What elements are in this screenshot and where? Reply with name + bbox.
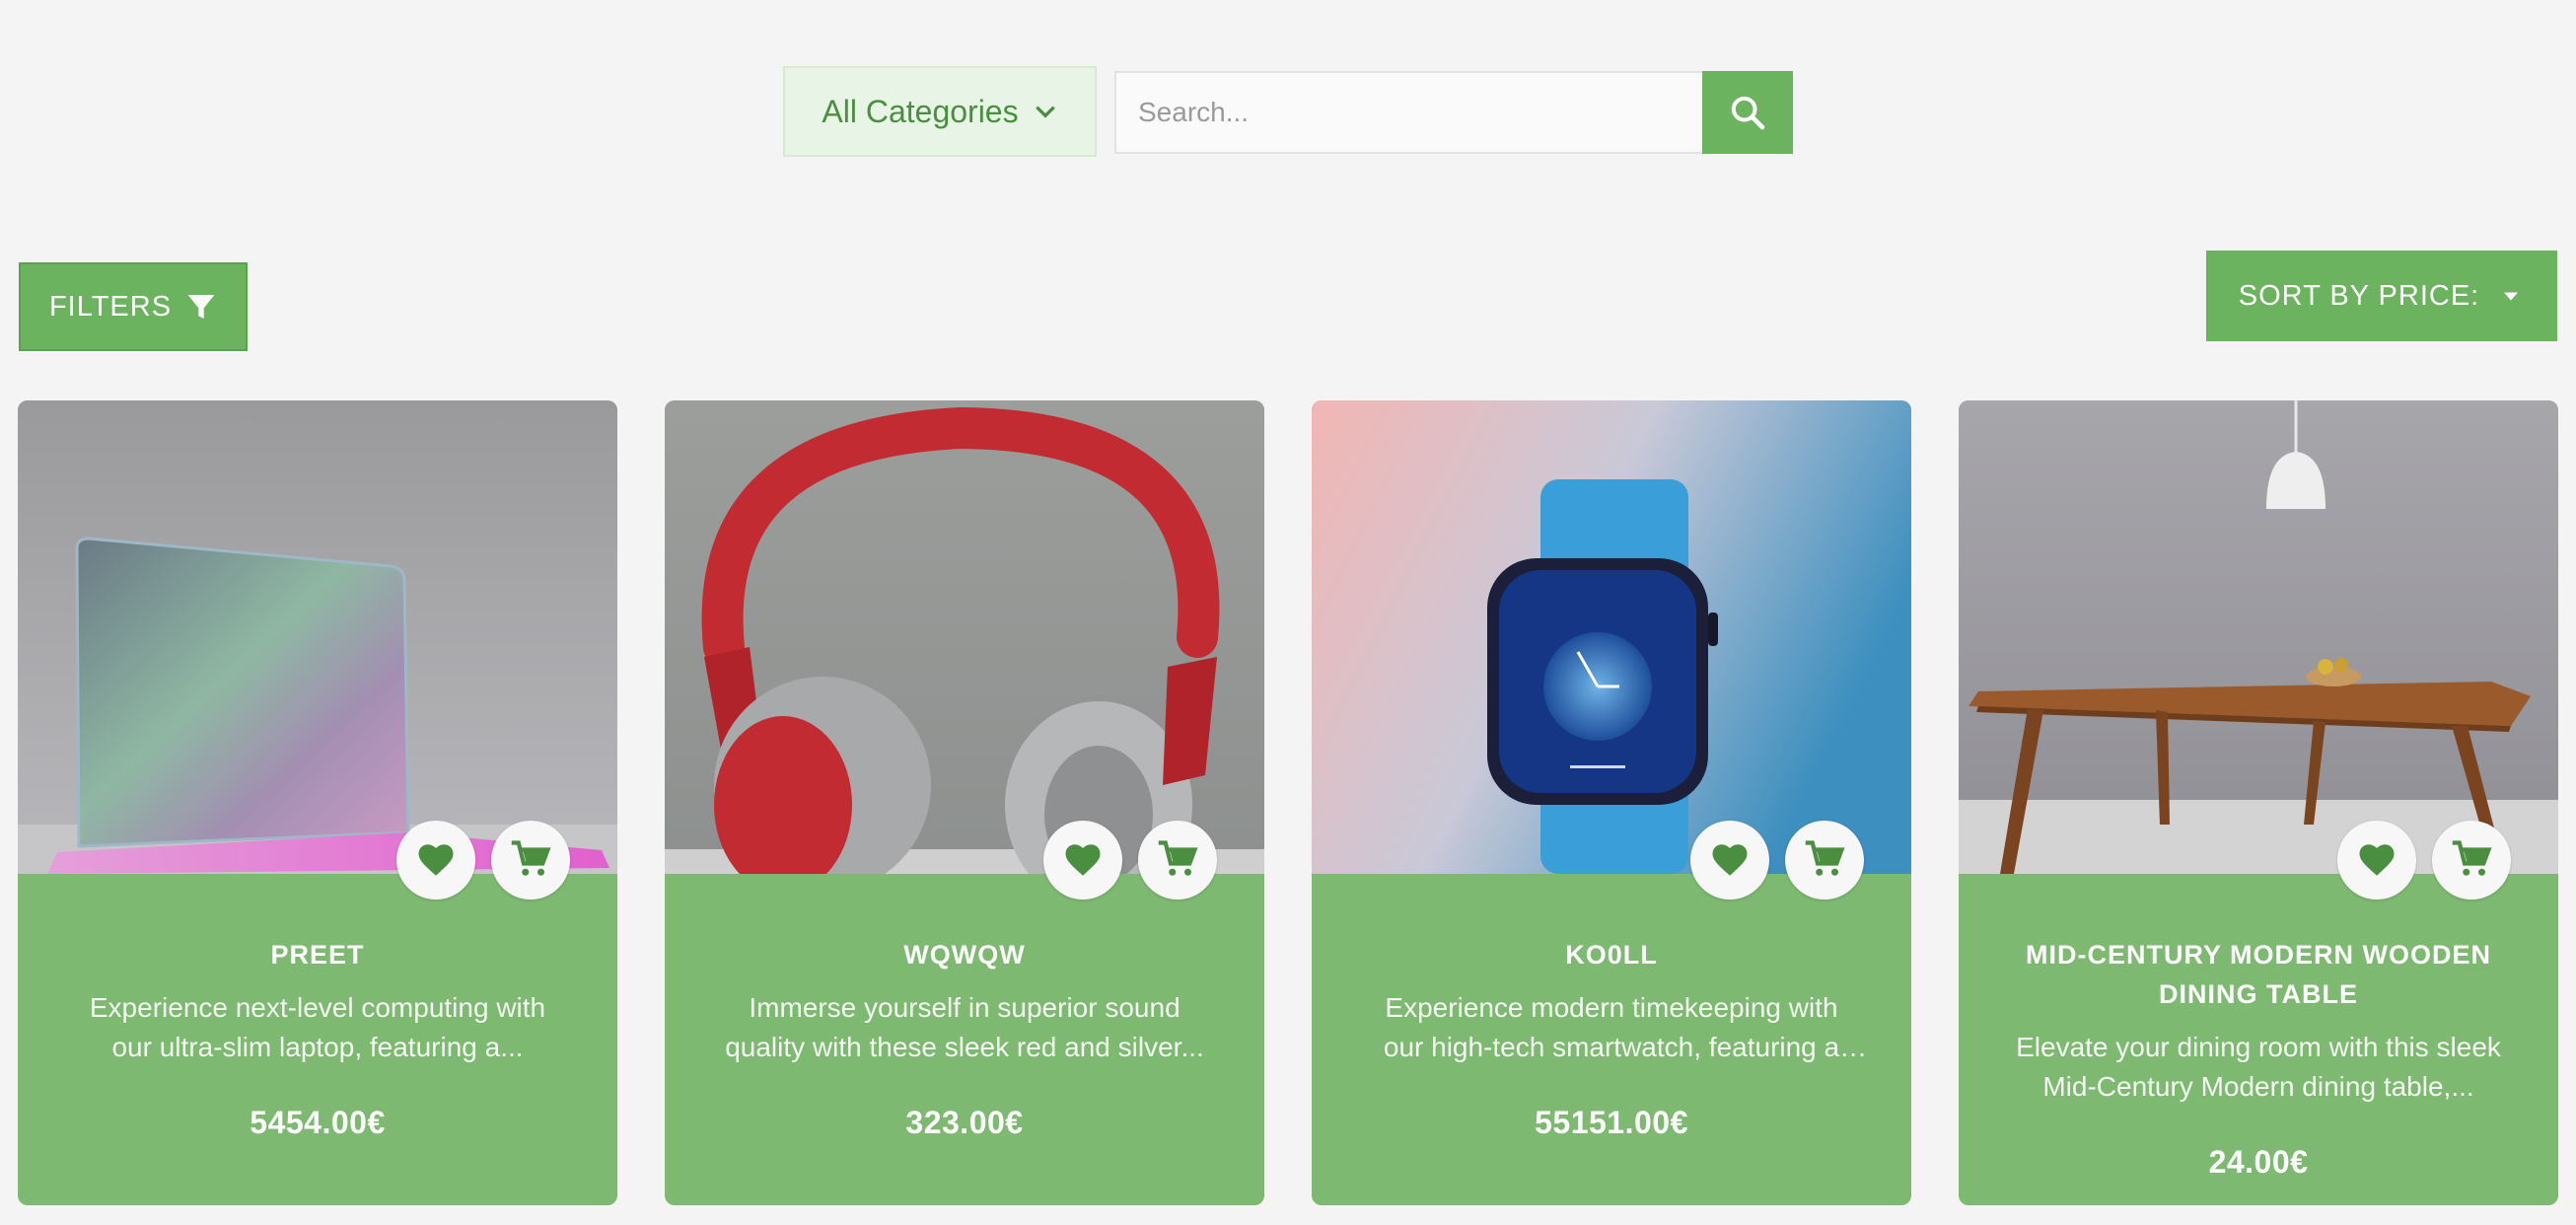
heart-icon: [418, 844, 454, 876]
product-card[interactable]: MID-CENTURY MODERN WOODEN DINING TABLE E…: [1959, 400, 2558, 1205]
sort-label: SORT BY PRICE:: [2238, 279, 2480, 312]
caret-down-icon: [2504, 292, 2519, 301]
card-body: MID-CENTURY MODERN WOODEN DINING TABLE E…: [1959, 874, 2558, 1181]
product-description: Experience next-level computing with our…: [89, 992, 546, 1062]
search-input[interactable]: [1114, 71, 1702, 154]
category-dropdown[interactable]: All Categories: [783, 66, 1097, 157]
filter-icon: [187, 295, 215, 319]
card-body: KO0LL Experience modern timekeeping with…: [1312, 874, 1911, 1141]
heart-icon: [1065, 844, 1101, 876]
wishlist-button[interactable]: [2337, 821, 2416, 900]
card-body: PREET Experience next-level computing wi…: [18, 874, 617, 1141]
product-name[interactable]: MID-CENTURY MODERN WOODEN DINING TABLE: [1988, 935, 2529, 1014]
product-description: Elevate your dining room with this sleek…: [2016, 1032, 2501, 1102]
search-bar: All Categories: [783, 66, 1793, 157]
wishlist-button[interactable]: [1690, 821, 1769, 900]
card-actions: [1690, 821, 1864, 900]
add-to-cart-button[interactable]: [491, 821, 570, 900]
cart-icon: [2452, 840, 2492, 876]
product-card[interactable]: PREET Experience next-level computing wi…: [18, 400, 617, 1205]
product-image-dining-table[interactable]: [1959, 400, 2558, 874]
product-price: 323.00€: [905, 1105, 1024, 1140]
cart-icon: [1805, 840, 1845, 876]
product-description: Immerse yourself in superior sound quali…: [725, 992, 1204, 1062]
card-actions: [2337, 821, 2511, 900]
search-button[interactable]: [1702, 71, 1793, 154]
search-icon: [1731, 96, 1765, 130]
card-body: WQWQW Immerse yourself in superior sound…: [665, 874, 1264, 1141]
product-image-headphones[interactable]: [665, 400, 1264, 874]
wishlist-button[interactable]: [396, 821, 475, 900]
product-price: 5454.00€: [250, 1105, 386, 1140]
product-price: 55151.00€: [1535, 1105, 1688, 1140]
product-price: 24.00€: [2208, 1144, 2309, 1180]
product-image-laptop[interactable]: [18, 400, 617, 874]
wishlist-button[interactable]: [1043, 821, 1122, 900]
product-name[interactable]: KO0LL: [1341, 935, 1882, 974]
product-image-smartwatch[interactable]: [1312, 400, 1911, 874]
product-description: Experience modern timekeeping with our h…: [1383, 992, 1840, 1062]
add-to-cart-button[interactable]: [2432, 821, 2511, 900]
chevron-down-icon: [1035, 106, 1055, 118]
cart-icon: [1158, 840, 1198, 876]
card-actions: [1043, 821, 1217, 900]
product-grid: PREET Experience next-level computing wi…: [18, 400, 2558, 1205]
add-to-cart-button[interactable]: [1785, 821, 1864, 900]
product-name[interactable]: PREET: [47, 935, 588, 974]
filters-button[interactable]: FILTERS: [19, 262, 248, 351]
card-actions: [396, 821, 570, 900]
cart-icon: [511, 840, 551, 876]
heart-icon: [1712, 844, 1748, 876]
filters-label: FILTERS: [48, 290, 173, 323]
category-dropdown-label: All Categories: [822, 93, 1019, 129]
sort-by-price-button[interactable]: SORT BY PRICE:: [2206, 251, 2557, 341]
product-card[interactable]: WQWQW Immerse yourself in superior sound…: [665, 400, 1264, 1205]
add-to-cart-button[interactable]: [1138, 821, 1217, 900]
product-name[interactable]: WQWQW: [694, 935, 1235, 974]
product-card[interactable]: KO0LL Experience modern timekeeping with…: [1312, 400, 1911, 1205]
heart-icon: [2359, 844, 2395, 876]
